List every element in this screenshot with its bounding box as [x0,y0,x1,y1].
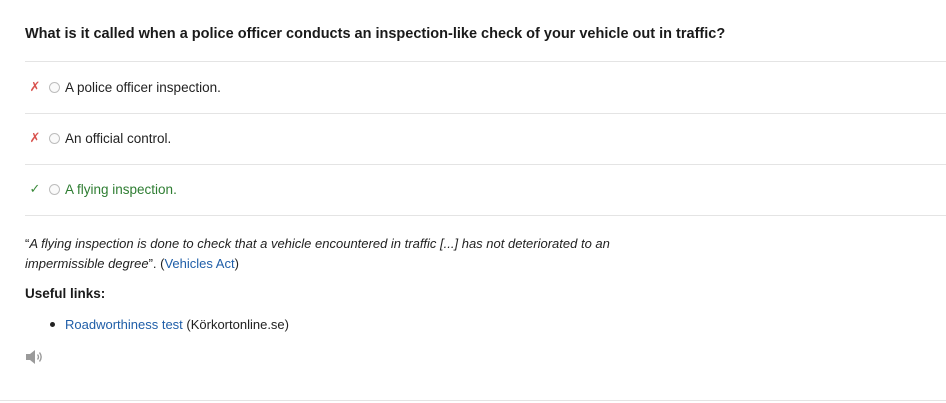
quote-text-part1: A flying inspection is done to check tha… [29,236,610,251]
close-quote: ”. ( [148,255,165,271]
radio-button[interactable] [49,132,60,144]
source-link[interactable]: Vehicles Act [164,256,234,271]
divider [25,113,946,114]
divider [25,61,946,62]
close-paren: ) [234,255,239,271]
divider [0,400,946,401]
answer-label: A police officer inspection. [65,79,221,95]
bullet-icon [50,322,55,327]
useful-links-heading: Useful links: [25,286,106,301]
answer-option-1[interactable]: ✗ A police officer inspection. [25,76,221,98]
answer-label: A flying inspection. [65,181,177,197]
divider [25,215,946,216]
speaker-icon-graphic [26,350,42,364]
roadworthiness-link[interactable]: Roadworthiness test [65,317,183,332]
link-source: (Körkortonline.se) [182,317,289,332]
radio-button[interactable] [49,81,60,93]
list-item: Roadworthiness test (Körkortonline.se) [50,317,289,332]
incorrect-icon: ✗ [29,79,41,94]
answer-label: An official control. [65,130,172,146]
question-title: What is it called when a police officer … [25,26,726,42]
speaker-icon[interactable] [24,348,44,366]
correct-icon: ✓ [29,181,41,196]
divider [25,164,946,165]
answer-option-2[interactable]: ✗ An official control. [25,127,172,149]
quote-text-part2: impermissible degree [25,255,149,271]
answer-option-3[interactable]: ✓ A flying inspection. [25,178,177,200]
radio-button[interactable] [49,183,60,195]
useful-links-list: Roadworthiness test (Körkortonline.se) [50,317,289,332]
incorrect-icon: ✗ [29,130,41,145]
explanation-text: “A flying inspection is done to check th… [25,234,665,273]
